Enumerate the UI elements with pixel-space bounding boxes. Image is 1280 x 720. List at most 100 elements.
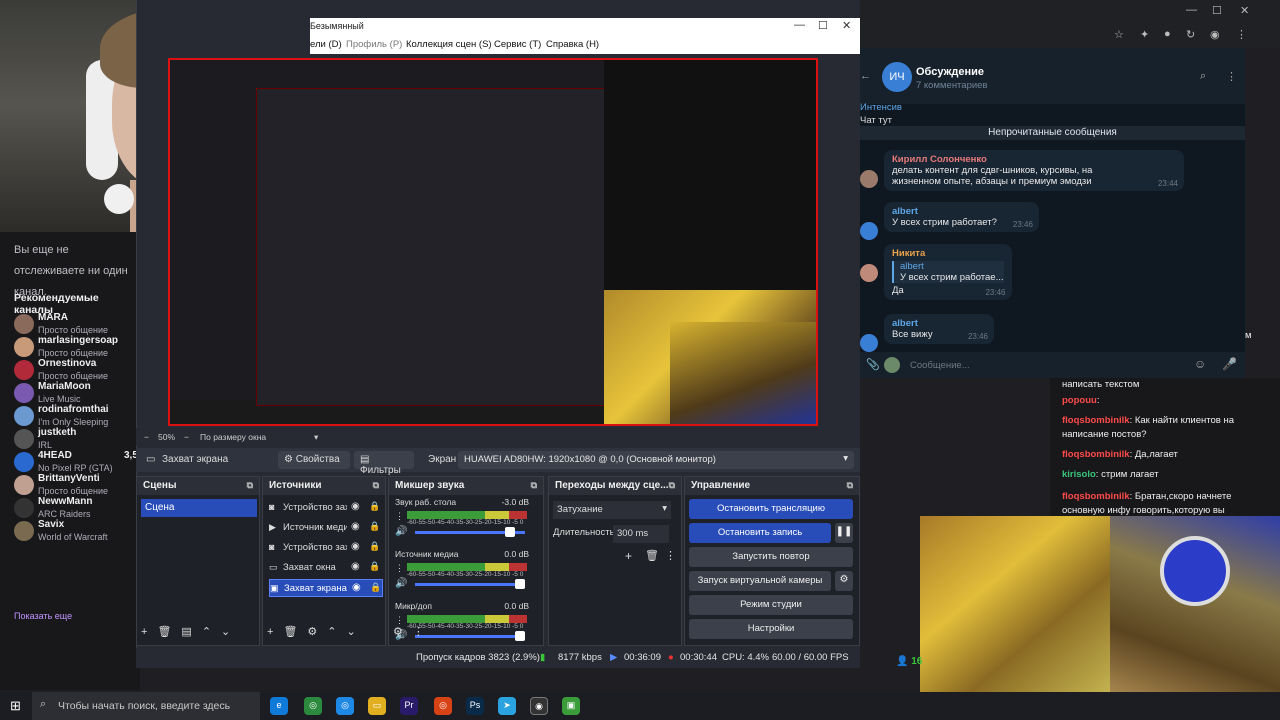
gear-icon[interactable]: ⚙ <box>307 626 317 638</box>
folder-icon[interactable]: ▭ <box>368 697 386 715</box>
arrow-down-icon[interactable]: ⌄ <box>347 626 356 638</box>
undock-icon[interactable]: ⧉ <box>247 480 253 491</box>
channel-item[interactable]: Savix World of Warcraft <box>14 519 150 545</box>
eye-icon[interactable]: ◉ <box>352 582 361 593</box>
zoom-out-icon[interactable]: − <box>144 432 149 442</box>
chat-user[interactable]: floqsbombinilk <box>1062 491 1130 502</box>
chevron-down-icon[interactable]: ▾ <box>314 432 318 443</box>
zoom-mode[interactable]: По размеру окна <box>200 432 266 442</box>
close-icon[interactable]: ✕ <box>1240 4 1249 17</box>
message-input[interactable]: Сообщение... <box>910 360 970 371</box>
show-more-link[interactable]: Показать еще <box>14 611 72 621</box>
add-icon[interactable]: + <box>141 626 147 638</box>
menu-help[interactable]: Справка (H) <box>546 39 599 50</box>
lock-icon[interactable]: 🔒 <box>369 521 380 532</box>
lock-icon[interactable]: 🔒 <box>369 561 380 572</box>
undock-icon[interactable]: ⧉ <box>531 480 537 491</box>
more-icon[interactable]: ⋮ <box>395 563 404 574</box>
star-icon[interactable]: ☆ <box>1114 28 1124 41</box>
replay-buffer-button[interactable]: Запустить повтор <box>689 547 853 567</box>
filter-icon[interactable]: ▤ <box>181 626 191 638</box>
edge-icon[interactable]: e <box>270 697 288 715</box>
more-icon[interactable]: ⋮ <box>395 511 404 522</box>
telegram-icon[interactable]: ➤ <box>498 697 516 715</box>
source-item[interactable]: ▭ Захват окна ◉ 🔒 <box>269 559 383 577</box>
minecraft-icon[interactable]: ▣ <box>562 697 580 715</box>
chat-user[interactable]: floqsbombinilk <box>1062 415 1130 426</box>
source-item[interactable]: ◙ Устройство зах ◉ 🔒 <box>269 539 383 557</box>
obs-icon[interactable]: ◉ <box>530 697 548 715</box>
taskbar-search[interactable]: ⌕ Чтобы начать поиск, введите здесь <box>32 692 260 720</box>
search-icon[interactable]: ⌕ <box>1200 70 1206 83</box>
menu-tools[interactable]: Сервис (T) <box>494 39 541 50</box>
pause-icon[interactable]: ❚❚ <box>835 523 853 543</box>
speaker-icon[interactable]: 🔊 <box>395 526 407 537</box>
windows-start-icon[interactable]: ⊞ <box>10 698 21 714</box>
arrow-up-icon[interactable]: ⌃ <box>202 626 211 638</box>
message[interactable]: albert Все вижу 23:46 <box>884 314 994 344</box>
volume-slider[interactable] <box>415 579 525 589</box>
eye-icon[interactable]: ◉ <box>351 541 360 552</box>
premiere-icon[interactable]: Pr <box>400 697 418 715</box>
maximize-icon[interactable]: ☐ <box>818 19 828 32</box>
maximize-icon[interactable]: ☐ <box>1212 4 1222 17</box>
volume-slider[interactable] <box>415 527 525 537</box>
extension-icon[interactable]: ✦ <box>1140 28 1149 41</box>
close-icon[interactable]: ✕ <box>842 19 851 32</box>
trash-icon[interactable]: 🗑 <box>645 549 659 562</box>
circle-icon[interactable]: ● <box>1164 28 1171 40</box>
studio-mode-button[interactable]: Режим студии <box>689 595 853 615</box>
back-arrow-icon[interactable]: ← <box>860 70 871 82</box>
source-item[interactable]: ◙ Устройство зах ◉ 🔒 <box>269 499 383 517</box>
emoji-icon[interactable]: ☺ <box>1194 357 1206 371</box>
settings-button[interactable]: Настройки <box>689 619 853 639</box>
refresh-icon[interactable]: ↻ <box>1186 28 1195 41</box>
undock-icon[interactable]: ⧉ <box>373 480 379 491</box>
undock-icon[interactable]: ⧉ <box>669 480 675 491</box>
stop-stream-button[interactable]: Остановить трансляцию <box>689 499 853 519</box>
more-icon[interactable]: ⋮ <box>1226 70 1237 83</box>
source-item[interactable]: ▶ Источник меди ◉ 🔒 <box>269 519 383 537</box>
monitor-select[interactable]: HUAWEI AD80HW: 1920x1080 @ 0,0 (Основной… <box>458 451 854 469</box>
scene-item[interactable]: Сцена <box>141 499 257 517</box>
chrome-icon-3[interactable]: ◎ <box>434 697 452 715</box>
zoom-in-icon[interactable]: − <box>184 432 189 442</box>
properties-button[interactable]: ⚙ Свойства <box>278 451 350 469</box>
chrome-icon[interactable]: ◎ <box>304 697 322 715</box>
slider-knob[interactable] <box>505 527 515 537</box>
profile-icon[interactable]: ◉ <box>1210 28 1220 41</box>
link-icon[interactable]: ⚙ <box>393 626 403 638</box>
stop-record-button[interactable]: Остановить запись <box>689 523 831 543</box>
speaker-icon[interactable]: 🔊 <box>395 578 407 589</box>
reply-quote[interactable]: albert У всех стрим работае... <box>892 261 1004 283</box>
menu-scene-collection[interactable]: Коллекция сцен (S) <box>406 39 492 50</box>
message[interactable]: albert У всех стрим работает? 23:46 <box>884 202 1039 232</box>
obs-preview[interactable] <box>168 58 818 426</box>
trash-icon[interactable]: 🗑 <box>283 626 297 638</box>
chat-user[interactable]: floqsbombinilk <box>1062 449 1130 460</box>
slider-knob[interactable] <box>515 631 525 641</box>
chrome-icon-2[interactable]: ◎ <box>336 697 354 715</box>
lock-icon[interactable]: 🔒 <box>370 582 381 593</box>
eye-icon[interactable]: ◉ <box>351 561 360 572</box>
attach-icon[interactable]: 📎 <box>866 358 880 371</box>
minimize-icon[interactable]: — <box>1186 4 1197 16</box>
duration-input[interactable]: 300 ms <box>613 525 669 543</box>
chat-user[interactable]: kirisolo <box>1062 469 1096 480</box>
chat-user[interactable]: popouu <box>1062 395 1097 406</box>
filters-button[interactable]: ▤ Фильтры <box>354 451 414 476</box>
microphone-icon[interactable]: 🎤 <box>1222 357 1237 371</box>
message[interactable]: Кирилл Солонченко делать контент для сдвг… <box>884 150 1184 191</box>
transition-select[interactable]: Затухание ▾ <box>553 501 671 519</box>
arrow-up-icon[interactable]: ⌃ <box>327 626 336 638</box>
eye-icon[interactable]: ◉ <box>351 521 360 532</box>
trash-icon[interactable]: 🗑 <box>157 626 171 638</box>
message[interactable]: Никита albert У всех стрим работае... Да 23:… <box>884 244 1012 300</box>
gear-icon[interactable]: ⚙ <box>835 571 853 591</box>
eye-icon[interactable]: ◉ <box>351 501 360 512</box>
menu-scenes[interactable]: ели (D) <box>310 39 342 50</box>
more-icon[interactable]: ⋮ <box>1236 28 1247 41</box>
add-icon[interactable]: + <box>267 626 273 638</box>
virtual-camera-button[interactable]: Запуск виртуальной камеры <box>689 571 831 591</box>
arrow-down-icon[interactable]: ⌄ <box>221 626 230 638</box>
